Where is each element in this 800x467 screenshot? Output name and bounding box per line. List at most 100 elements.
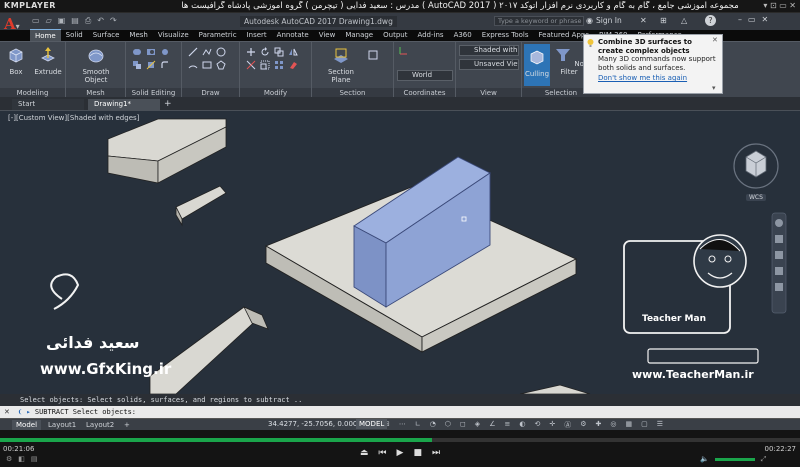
visual-style-dropdown[interactable]: Shaded with e...: [459, 45, 519, 56]
extrude-button[interactable]: Extrude: [32, 46, 64, 76]
tab-mesh[interactable]: Mesh: [124, 29, 152, 41]
tab-view[interactable]: View: [314, 29, 341, 41]
tab-home[interactable]: Home: [30, 29, 61, 41]
redo-icon[interactable]: ↷: [110, 16, 117, 27]
tab-visualize[interactable]: Visualize: [153, 29, 194, 41]
command-close-icon[interactable]: ✕: [4, 408, 10, 416]
viewport-controls-label[interactable]: [-][Custom View][Shaded with edges]: [8, 114, 139, 122]
tab-insert[interactable]: Insert: [242, 29, 272, 41]
no-filter-button[interactable]: No Filter: [552, 46, 586, 76]
subtract-icon[interactable]: [146, 47, 156, 57]
file-tab-start[interactable]: Start: [12, 99, 84, 110]
selection-cycling-icon[interactable]: ⟲: [534, 420, 540, 430]
new-layout-icon[interactable]: +: [120, 420, 134, 430]
application-menu-icon[interactable]: A▾: [4, 15, 28, 35]
section-tools-icon[interactable]: [368, 50, 378, 60]
dont-show-again-link[interactable]: Don't show me this again: [598, 74, 718, 83]
sign-in-button[interactable]: Sign In: [596, 16, 622, 25]
eject-icon[interactable]: ⏏: [360, 448, 369, 462]
arc-icon[interactable]: [188, 60, 198, 70]
tab-express-tools[interactable]: Express Tools: [477, 29, 534, 41]
isodraft-icon[interactable]: ⬡: [445, 420, 451, 430]
print-icon[interactable]: ⎙: [85, 16, 91, 27]
copy-icon[interactable]: [274, 47, 284, 57]
user-icon[interactable]: ◉: [586, 16, 594, 26]
osnap-icon[interactable]: ◻: [460, 420, 466, 430]
save-as-icon[interactable]: ▤: [71, 16, 79, 27]
next-icon[interactable]: ⏭: [432, 448, 440, 462]
orbit-icon[interactable]: [775, 267, 783, 275]
annotation-scale-icon[interactable]: Ⓐ: [564, 420, 571, 430]
isolate-objects-icon[interactable]: ◎: [610, 420, 616, 430]
undo-icon[interactable]: ↶: [97, 16, 104, 27]
culling-button[interactable]: Culling: [524, 44, 550, 86]
play-icon[interactable]: ▶: [397, 448, 404, 462]
subtitle-icon[interactable]: ▤: [31, 455, 38, 463]
command-line[interactable]: ❨ ▸ SUBTRACT Select objects:: [0, 406, 800, 418]
tab-manage[interactable]: Manage: [340, 29, 378, 41]
search-input[interactable]: Type a keyword or phrase: [494, 16, 584, 26]
acad-window-controls[interactable]: –▭✕: [738, 15, 774, 24]
ortho-icon[interactable]: ∟: [415, 420, 421, 430]
wcs-label[interactable]: WCS: [746, 194, 766, 201]
model-space-toggle[interactable]: MODEL: [356, 419, 388, 429]
box-button[interactable]: Box: [2, 46, 30, 76]
section-plane-button[interactable]: Section Plane: [324, 46, 358, 84]
rectangle-icon[interactable]: [202, 60, 212, 70]
tab-solid[interactable]: Solid: [61, 29, 88, 41]
cart-icon[interactable]: ✕: [640, 16, 647, 25]
ucs-icon[interactable]: [398, 46, 408, 56]
polyline-icon[interactable]: [202, 47, 212, 57]
open-icon[interactable]: ▱: [46, 16, 52, 27]
stop-icon[interactable]: ■: [413, 448, 422, 462]
array-icon[interactable]: [274, 60, 284, 70]
3d-icon[interactable]: ◧: [18, 455, 25, 463]
save-icon[interactable]: ▣: [58, 16, 66, 27]
layout-tab-layout2[interactable]: Layout2: [82, 420, 118, 430]
polar-icon[interactable]: ◔: [430, 420, 436, 430]
lineweight-icon[interactable]: ≡: [504, 420, 510, 430]
layout-tab-model[interactable]: Model: [12, 420, 42, 430]
showmotion-icon[interactable]: [775, 283, 783, 291]
customization-icon[interactable]: ☰: [657, 420, 663, 430]
mirror-icon[interactable]: [288, 47, 298, 57]
exchange-icon[interactable]: ⊞: [660, 16, 667, 25]
move-icon[interactable]: [246, 47, 256, 57]
clean-screen-icon[interactable]: ▢: [641, 420, 648, 430]
intersect-icon[interactable]: [160, 47, 170, 57]
circle-icon[interactable]: [216, 47, 226, 57]
tooltip-collapse-icon[interactable]: ▾: [712, 84, 716, 92]
new-tab-icon[interactable]: +: [164, 99, 172, 109]
new-icon[interactable]: ▭: [32, 16, 40, 27]
slice-icon[interactable]: [146, 60, 156, 70]
fullscreen-icon[interactable]: ⤢: [761, 455, 767, 464]
annotation-monitor-icon[interactable]: ✚: [595, 420, 601, 430]
settings-icon[interactable]: ⚙: [6, 455, 12, 463]
interfere-icon[interactable]: [132, 60, 142, 70]
tab-add-ins[interactable]: Add-ins: [412, 29, 448, 41]
player-window-controls[interactable]: ▾ ⊡ ▭ ✕: [763, 1, 796, 10]
fillet-edge-icon[interactable]: [160, 60, 170, 70]
snap-icon[interactable]: ⋯: [399, 420, 406, 430]
hardware-acceleration-icon[interactable]: ▦: [625, 420, 632, 430]
layout-tab-layout1[interactable]: Layout1: [44, 420, 80, 430]
ucs-dropdown[interactable]: World: [397, 70, 453, 81]
previous-icon[interactable]: ⏮: [378, 448, 386, 462]
autodesk-a360-icon[interactable]: △: [681, 16, 687, 25]
union-icon[interactable]: [132, 47, 142, 57]
tab-output[interactable]: Output: [378, 29, 412, 41]
workspace-icon[interactable]: ⚙: [580, 420, 586, 430]
tab-a360[interactable]: A360: [449, 29, 477, 41]
gizmo-icon[interactable]: ✛: [549, 420, 555, 430]
otrack-icon[interactable]: ∠: [489, 420, 495, 430]
zoom-icon[interactable]: [775, 251, 783, 259]
volume-slider[interactable]: [714, 458, 755, 461]
help-icon[interactable]: ?: [705, 15, 716, 26]
tab-surface[interactable]: Surface: [88, 29, 125, 41]
tab-annotate[interactable]: Annotate: [272, 29, 314, 41]
steering-wheel-icon[interactable]: [775, 219, 783, 227]
pan-icon[interactable]: [775, 235, 783, 243]
erase-icon[interactable]: [288, 60, 298, 70]
polygon-icon[interactable]: [216, 60, 226, 70]
file-tab-drawing1[interactable]: Drawing1*: [88, 99, 160, 110]
